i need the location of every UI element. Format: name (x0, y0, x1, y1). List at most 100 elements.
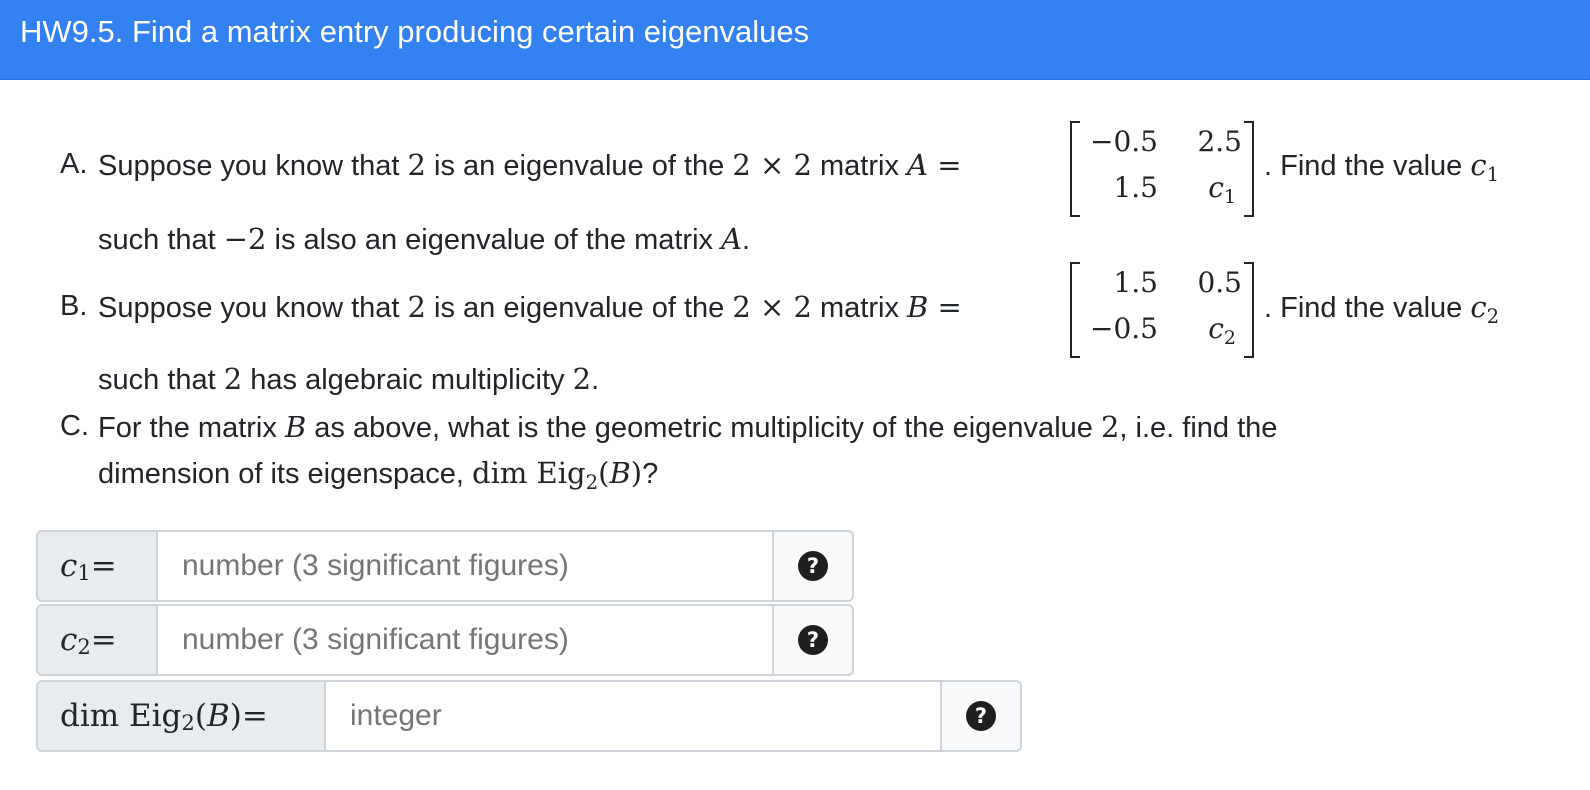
matrix-b-cell-12: 0.5 (1197, 266, 1242, 299)
part-c-open: ( (598, 456, 610, 490)
matrix-b-cell-11: 1.5 (1113, 266, 1158, 299)
part-a-size: 2 × 2 (732, 148, 812, 182)
part-a-text-6: is also an eigenvalue of the matrix (266, 224, 722, 256)
c1-label-eq: = (90, 548, 117, 584)
part-b-text-3: matrix (811, 292, 908, 324)
matrix-a-c: c (1208, 171, 1224, 204)
dim-label: dim Eig 2(B) = (36, 680, 326, 752)
answer-row-c1: c1 = ? (36, 530, 854, 602)
c2-help-button[interactable]: ? (774, 604, 854, 676)
dim-input[interactable] (326, 680, 942, 752)
part-c-line1: For the matrix B as above, what is the g… (98, 410, 1277, 445)
part-b-c: c (1470, 290, 1487, 324)
part-b-after: . Find the value c2 (1264, 290, 1500, 328)
part-a-eq: = (927, 148, 962, 182)
part-c-letter: C. (60, 410, 89, 442)
dim-label-eq: = (241, 698, 268, 734)
part-c-line2: dimension of its eigenspace, dim Eig2(B)… (98, 456, 659, 494)
answer-row-dim: dim Eig2(B) = ? (36, 680, 1022, 752)
part-b-var: B (907, 290, 929, 324)
part-c-text-3: , i.e. find the (1119, 412, 1278, 444)
matrix-a-cell-21: 1.5 (1113, 171, 1158, 204)
matrix-a: −0.5 2.5 1.5 c1 (1070, 121, 1254, 217)
matrix-a-right-bracket (1244, 121, 1254, 217)
part-a-text-3: matrix (811, 150, 908, 182)
part-a-c-sub: 1 (1486, 162, 1500, 186)
answer-row-c2: c2 = ? (36, 604, 854, 676)
part-b-multiplicity: 2 (572, 362, 592, 396)
c1-label: c1 = (36, 530, 158, 602)
part-b-text-5: such that (98, 364, 224, 396)
question-circle-icon: ? (798, 625, 828, 655)
matrix-b-c: c (1208, 312, 1224, 345)
c1-input[interactable] (158, 530, 774, 602)
question-circle-icon: ? (966, 701, 996, 731)
part-c-eigenvalue: 2 (1100, 410, 1120, 444)
part-a-eigenvalue: 2 (407, 148, 426, 182)
part-b-text-2: is an eigenvalue of the (426, 292, 733, 324)
matrix-a-c-sub: 1 (1223, 185, 1236, 208)
dim-label-sub: 2 (181, 709, 195, 735)
question-title: HW9.5. Find a matrix entry producing cer… (20, 14, 810, 49)
part-a-period: . (742, 224, 751, 256)
c2-label-sub: 2 (77, 633, 91, 659)
matrix-b-cell-22: c2 (1208, 312, 1236, 349)
matrix-a-cell-22: c1 (1208, 171, 1236, 208)
part-c-dim: dim Eig (472, 456, 586, 490)
part-a-text-1: Suppose you know that (98, 150, 408, 182)
part-b-size: 2 × 2 (732, 290, 812, 324)
part-a-letter: A. (60, 148, 88, 180)
part-b-letter: B. (60, 290, 88, 322)
part-b-line1: Suppose you know that 2 is an eigenvalue… (98, 290, 962, 325)
c1-label-sub: 1 (77, 559, 91, 585)
part-c-text-4: dimension of its eigenspace, (98, 458, 472, 490)
matrix-b-right-bracket (1244, 262, 1254, 358)
question-circle-icon: ? (798, 551, 828, 581)
part-a-line2: such that −2 is also an eigenvalue of th… (98, 222, 750, 257)
part-b-c-sub: 2 (1486, 304, 1500, 328)
matrix-a-left-bracket (1070, 121, 1080, 217)
part-b-line2: such that 2 has algebraic multiplicity 2… (98, 362, 599, 397)
part-a-text-5: such that (98, 224, 224, 256)
question-header: HW9.5. Find a matrix entry producing cer… (0, 0, 1590, 80)
part-a-neg-eig: −2 (223, 222, 267, 256)
c2-input[interactable] (158, 604, 774, 676)
part-b-text-6: has algebraic multiplicity (242, 364, 573, 396)
part-a-var: A (907, 148, 928, 182)
matrix-b-c-sub: 2 (1223, 326, 1236, 349)
c1-help-button[interactable]: ? (774, 530, 854, 602)
part-b-text-4: . Find the value (1264, 292, 1471, 324)
part-a-c: c (1470, 148, 1487, 182)
part-c-dim-var: B (609, 456, 631, 490)
matrix-b: 1.5 0.5 −0.5 c2 (1070, 262, 1254, 358)
part-a-var-2: A (721, 222, 743, 256)
part-a-text-2: is an eigenvalue of the (426, 150, 733, 182)
c1-label-var: c (60, 548, 78, 584)
part-b-eq: = (928, 290, 962, 324)
part-c-text-2: as above, what is the geometric multipli… (306, 412, 1101, 444)
part-c-text-1: For the matrix (98, 412, 285, 444)
part-a-line1: Suppose you know that 2 is an eigenvalue… (98, 148, 962, 183)
matrix-a-cell-11: −0.5 (1090, 125, 1158, 158)
part-a-text-4: . Find the value (1264, 150, 1471, 182)
part-c-close: ) (630, 456, 643, 490)
c2-label: c2 = (36, 604, 158, 676)
matrix-b-left-bracket (1070, 262, 1080, 358)
c2-label-var: c (60, 622, 78, 658)
matrix-b-cell-21: −0.5 (1090, 312, 1158, 345)
dim-help-button[interactable]: ? (942, 680, 1022, 752)
c2-label-eq: = (90, 622, 117, 658)
part-b-period: . (591, 364, 600, 396)
part-b-text-1: Suppose you know that (98, 292, 408, 324)
dim-label-open: ( (194, 698, 207, 734)
part-c-question-mark: ? (642, 458, 659, 490)
dim-label-text: dim Eig (60, 698, 182, 734)
part-b-eigenvalue: 2 (407, 290, 426, 324)
dim-label-var: B (206, 698, 230, 734)
part-b-eig-2: 2 (223, 362, 243, 396)
part-c-dim-sub: 2 (585, 470, 599, 494)
dim-label-close: ) (229, 698, 242, 734)
part-a-after: . Find the value c1 (1264, 148, 1500, 186)
matrix-a-cell-12: 2.5 (1197, 125, 1242, 158)
part-c-var: B (284, 410, 307, 444)
